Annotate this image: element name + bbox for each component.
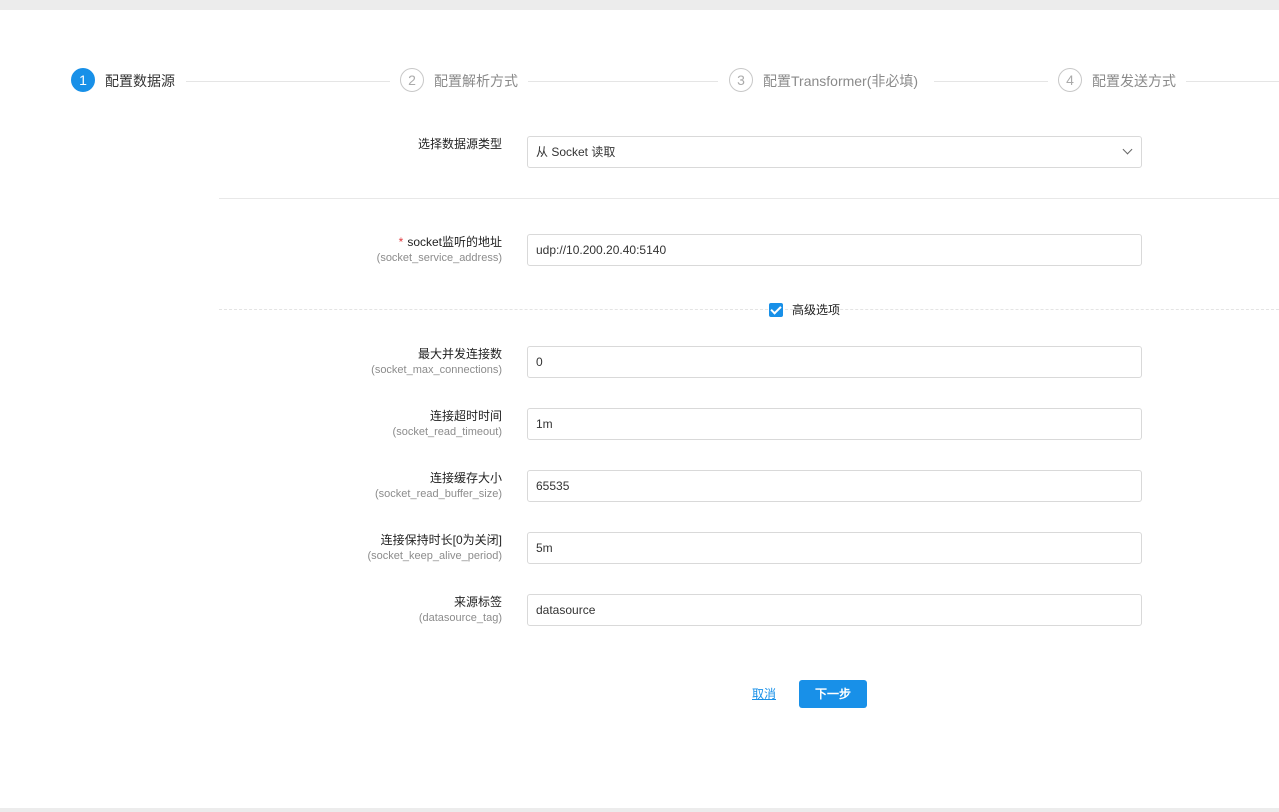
address-label-text: socket监听的地址: [407, 235, 502, 249]
buffer-size-input[interactable]: 65535: [527, 470, 1142, 502]
step-1-number: 1: [71, 68, 95, 92]
keep-alive-label: 连接保持时长[0为关闭]: [380, 533, 502, 547]
datasource-tag-input[interactable]: datasource: [527, 594, 1142, 626]
step-connector: [934, 81, 1048, 82]
next-step-button[interactable]: 下一步: [799, 680, 867, 708]
read-timeout-input[interactable]: 1m: [527, 408, 1142, 440]
bottom-bar: [0, 808, 1279, 812]
step-2-number: 2: [400, 68, 424, 92]
address-input[interactable]: udp://10.200.20.40:5140: [527, 234, 1142, 266]
advanced-checkbox[interactable]: [769, 303, 783, 317]
step-connector: [1186, 81, 1279, 82]
chevron-down-icon: [1122, 144, 1133, 155]
read-timeout-label: 连接超时时间: [429, 409, 502, 423]
read-timeout-key: (socket_read_timeout): [392, 426, 502, 438]
source-type-value: 从 Socket 读取: [536, 145, 616, 159]
keep-alive-input[interactable]: 5m: [527, 532, 1142, 564]
step-1-label: 配置数据源: [105, 73, 175, 89]
cancel-button[interactable]: 取消: [752, 686, 776, 702]
buffer-size-key: (socket_read_buffer_size): [375, 488, 502, 500]
step-4-label: 配置发送方式: [1092, 73, 1176, 89]
step-connector: [528, 81, 718, 82]
advanced-label: 高级选项: [792, 303, 841, 317]
step-4-number: 4: [1058, 68, 1082, 92]
source-type-select[interactable]: 从 Socket 读取: [527, 136, 1142, 168]
datasource-tag-key: (datasource_tag): [418, 612, 502, 624]
buffer-size-label: 连接缓存大小: [429, 471, 502, 485]
max-connections-input[interactable]: 0: [527, 346, 1142, 378]
step-connector: [186, 81, 390, 82]
step-3-number: 3: [729, 68, 753, 92]
max-connections-label: 最大并发连接数: [417, 347, 502, 361]
required-mark: *: [398, 235, 404, 249]
source-type-label: 选择数据源类型: [417, 137, 502, 151]
step-3-label: 配置Transformer(非必填): [763, 73, 919, 89]
section-divider: [219, 198, 1279, 199]
datasource-tag-label: 来源标签: [453, 595, 502, 609]
advanced-divider: [219, 309, 1279, 310]
address-key: (socket_service_address): [376, 252, 502, 264]
keep-alive-key: (socket_keep_alive_period): [367, 550, 502, 562]
wizard-steps: 1 配置数据源 2 配置解析方式 3 配置Transformer(非必填) 4 …: [70, 68, 1279, 94]
step-2-label: 配置解析方式: [434, 73, 518, 89]
max-connections-key: (socket_max_connections): [371, 364, 502, 376]
address-label: * socket监听的地址: [399, 234, 502, 250]
top-bar: [0, 0, 1279, 10]
